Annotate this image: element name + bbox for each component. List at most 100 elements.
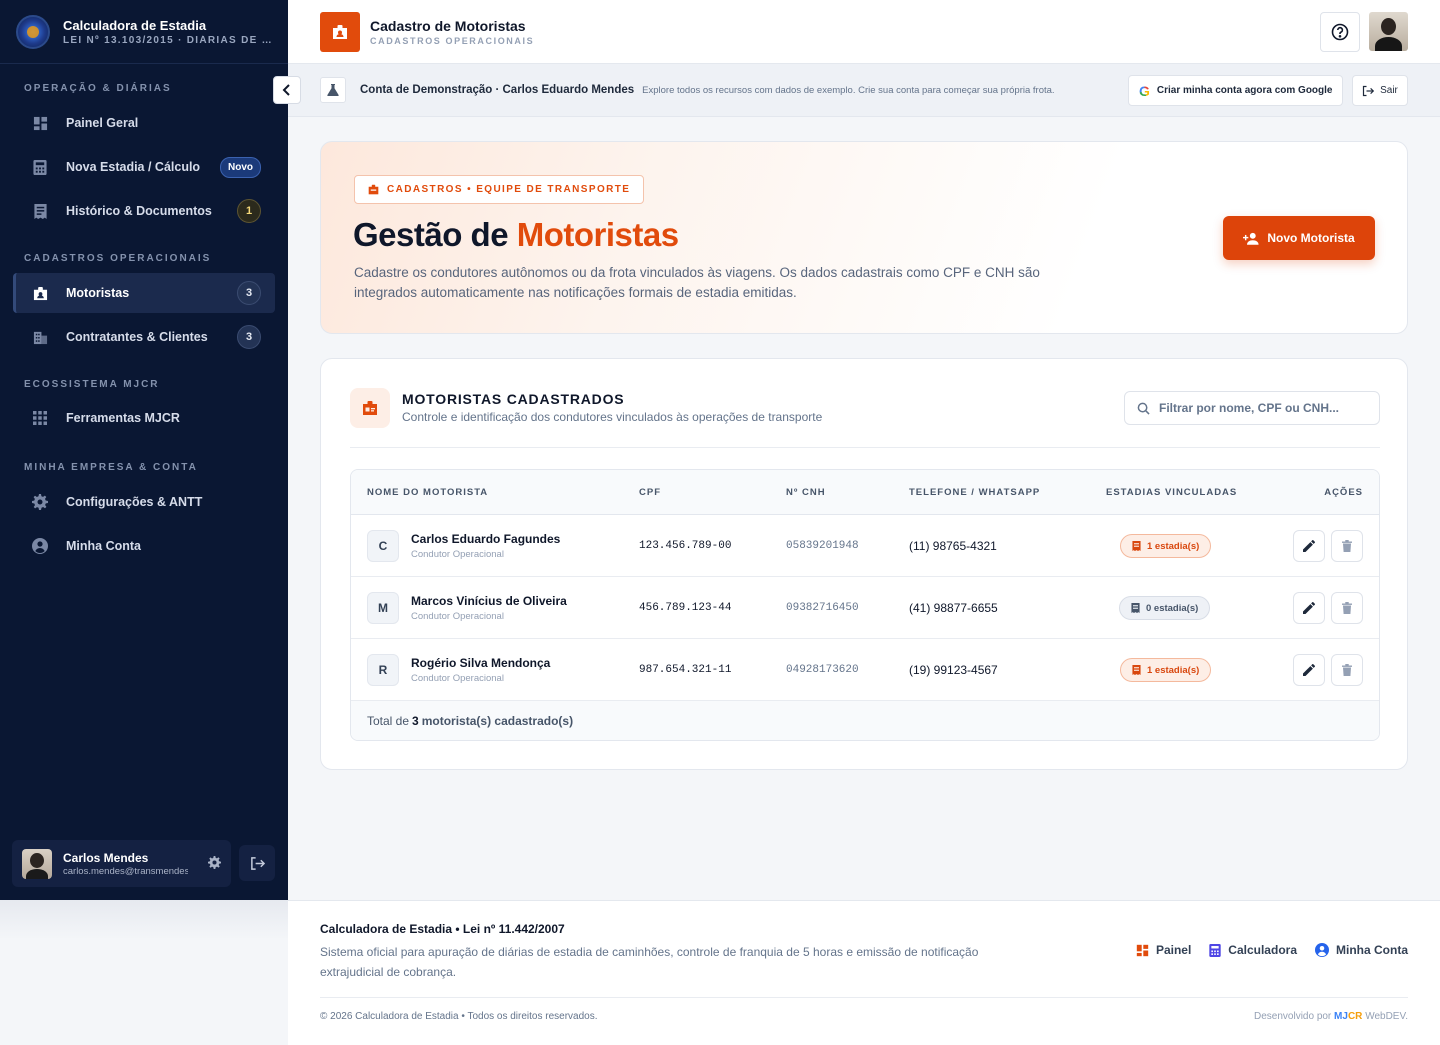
- user-card[interactable]: Carlos Mendes carlos.mendes@transmendes.…: [12, 840, 231, 887]
- flask-icon: [320, 77, 346, 103]
- logout-button[interactable]: Sair: [1352, 75, 1408, 106]
- trash-icon: [1342, 540, 1352, 552]
- sidebar-item-historico[interactable]: Histórico & Documentos 1: [13, 191, 275, 231]
- edit-button[interactable]: [1293, 654, 1325, 686]
- table-row[interactable]: C Carlos Eduardo Fagundes Condutor Opera…: [351, 515, 1379, 577]
- count-badge: 1: [237, 199, 261, 223]
- delete-button[interactable]: [1331, 530, 1363, 562]
- new-driver-label: Novo Motorista: [1267, 231, 1355, 245]
- stays-badge[interactable]: 1 estadia(s): [1120, 534, 1212, 558]
- divider: [320, 997, 1408, 998]
- receipt-icon: [1132, 541, 1141, 551]
- edit-button[interactable]: [1293, 530, 1325, 562]
- divider: [350, 447, 1380, 448]
- receipt-icon: [1132, 665, 1141, 675]
- sidebar-item-contratantes[interactable]: Contratantes & Clientes 3: [13, 317, 275, 357]
- count-badge: 3: [237, 325, 261, 349]
- sidebar-item-nova-estadia[interactable]: Nova Estadia / Cálculo Novo: [13, 147, 275, 187]
- count-badge: 3: [237, 281, 261, 305]
- table-header: NOME DO MOTORISTA CPF Nº CNH TELEFONE / …: [351, 470, 1379, 515]
- table-row[interactable]: R Rogério Silva Mendonça Condutor Operac…: [351, 639, 1379, 701]
- driver-cpf: 456.789.123-44: [639, 602, 732, 614]
- driver-role: Condutor Operacional: [411, 673, 504, 684]
- driver-cnh: 09382716450: [786, 602, 859, 614]
- hero-title-accent: Motoristas: [516, 216, 679, 253]
- top-header: Cadastro de Motoristas CADASTROS OPERACI…: [288, 0, 1440, 64]
- footer-link-calculadora[interactable]: Calculadora: [1209, 943, 1297, 957]
- calculator-icon: [1209, 943, 1221, 957]
- logout-label: Sair: [1380, 85, 1398, 96]
- driver-phone: (41) 98877-6655: [909, 601, 998, 615]
- hero-chip-label: CADASTROS • EQUIPE DE TRANSPORTE: [387, 184, 631, 195]
- new-driver-button[interactable]: Novo Motorista: [1223, 216, 1375, 260]
- driver-name: Carlos Eduardo Fagundes: [411, 532, 561, 546]
- sidebar-item-ferramentas[interactable]: Ferramentas MJCR: [13, 398, 275, 438]
- developer-credit[interactable]: Desenvolvido por MJCR WebDEV.: [1254, 1011, 1408, 1022]
- brand[interactable]: Calculadora de Estadia LEI Nº 13.103/201…: [0, 0, 288, 64]
- sidebar-item-minha-conta[interactable]: Minha Conta: [13, 526, 275, 566]
- driver-initial-avatar: R: [367, 654, 399, 686]
- sidebar-item-label: Nova Estadia / Cálculo: [66, 160, 201, 174]
- pencil-icon: [1303, 540, 1315, 552]
- drivers-list-card: MOTORISTAS CADASTRADOS Controle e identi…: [320, 358, 1408, 770]
- account-circle-icon: [1315, 943, 1329, 957]
- header-avatar[interactable]: [1369, 12, 1408, 51]
- new-badge: Novo: [220, 156, 261, 178]
- column-header-stays[interactable]: ESTADIAS VINCULADAS: [1106, 470, 1237, 515]
- driver-role: Condutor Operacional: [411, 549, 504, 560]
- stays-badge[interactable]: 1 estadia(s): [1120, 658, 1212, 682]
- edit-button[interactable]: [1293, 592, 1325, 624]
- sidebar-item-motoristas[interactable]: Motoristas 3: [13, 273, 275, 313]
- list-subtitle: Controle e identificação dos condutores …: [402, 410, 823, 424]
- sidebar-shadow: [0, 900, 288, 940]
- delete-button[interactable]: [1331, 654, 1363, 686]
- page-subtitle: CADASTROS OPERACIONAIS: [370, 35, 535, 46]
- footer-link-minha-conta[interactable]: Minha Conta: [1315, 943, 1408, 957]
- building-icon: [32, 329, 48, 345]
- search-input[interactable]: [1159, 401, 1359, 415]
- driver-initial-avatar: C: [367, 530, 399, 562]
- chevron-left-icon: [282, 84, 290, 96]
- logout-icon: [1362, 85, 1375, 96]
- brand-subtitle: LEI Nº 13.103/2015 · DIÁRIAS DE ESTADIA: [63, 34, 272, 46]
- page-footer: Calculadora de Estadia • Lei nº 11.442/2…: [288, 900, 1440, 1045]
- driver-phone: (19) 99123-4567: [909, 663, 998, 677]
- driver-cnh: 04928173620: [786, 664, 859, 676]
- footer-link-painel[interactable]: Painel: [1136, 943, 1191, 957]
- dashboard-icon: [32, 115, 48, 131]
- id-badge-icon: [350, 388, 390, 428]
- user-name: Carlos Mendes: [63, 850, 149, 865]
- stays-badge[interactable]: 0 estadia(s): [1119, 596, 1211, 620]
- sidebar-collapse-button[interactable]: [273, 76, 301, 104]
- id-badge-icon: [32, 285, 48, 301]
- person-add-icon: [1243, 232, 1259, 245]
- demo-banner: Conta de Demonstração · Carlos Eduardo M…: [288, 64, 1440, 117]
- footer-links: Painel Calculadora Minha Conta: [1136, 943, 1408, 957]
- hero-title-prefix: Gestão de: [353, 216, 517, 253]
- user-email: carlos.mendes@transmendes.com.br: [63, 865, 188, 877]
- dev-prefix: Desenvolvido por: [1254, 1011, 1332, 1022]
- search-field[interactable]: [1124, 391, 1380, 425]
- sidebar-item-painel[interactable]: Painel Geral: [13, 103, 275, 143]
- sidebar-item-label: Contratantes & Clientes: [66, 330, 208, 344]
- sidebar-item-label: Minha Conta: [66, 539, 141, 553]
- help-button[interactable]: [1320, 12, 1360, 52]
- user-settings-gear-icon[interactable]: [208, 855, 221, 872]
- sidebar-item-configuracoes[interactable]: Configurações & ANTT: [13, 482, 275, 522]
- account-circle-icon: [32, 538, 48, 554]
- driver-cpf: 987.654.321-11: [639, 664, 732, 676]
- column-header-phone[interactable]: TELEFONE / WHATSAPP: [909, 470, 1040, 515]
- column-header-cnh[interactable]: Nº CNH: [786, 470, 826, 515]
- sidebar-logout-button[interactable]: [239, 845, 275, 881]
- delete-button[interactable]: [1331, 592, 1363, 624]
- driver-cnh: 05839201948: [786, 540, 859, 552]
- table-row[interactable]: M Marcos Vinícius de Oliveira Condutor O…: [351, 577, 1379, 639]
- footer-link-label: Minha Conta: [1336, 943, 1408, 957]
- column-header-name[interactable]: NOME DO MOTORISTA: [367, 470, 488, 515]
- google-signup-button[interactable]: G Criar minha conta agora com Google: [1128, 75, 1343, 106]
- column-header-cpf[interactable]: CPF: [639, 470, 661, 515]
- apps-grid-icon: [32, 410, 48, 426]
- pencil-icon: [1303, 664, 1315, 676]
- demo-title: Conta de Demonstração · Carlos Eduardo M…: [360, 84, 635, 96]
- dev-suffix: WebDEV.: [1365, 1011, 1408, 1022]
